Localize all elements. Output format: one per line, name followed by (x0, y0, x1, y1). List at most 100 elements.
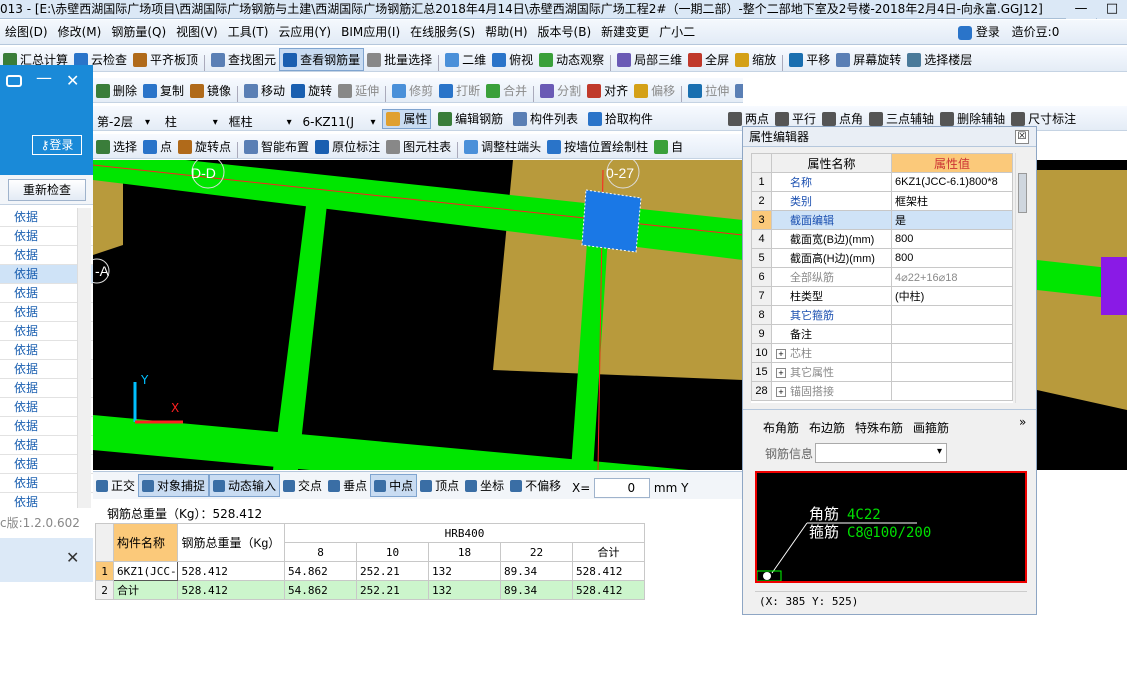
toolbar1-button-9[interactable]: 局部三维 (614, 48, 685, 71)
menu-item[interactable]: 在线服务(S) (405, 20, 480, 45)
property-row[interactable]: 10 + 芯柱 (751, 343, 1013, 363)
check-list-scrollbar[interactable] (77, 208, 91, 508)
toolbar2-button-9[interactable]: 分割 (537, 79, 584, 102)
minimize-button[interactable]: — (1066, 0, 1096, 19)
menu-item[interactable]: 广小二 (654, 20, 700, 45)
expand-icon[interactable]: + (776, 387, 786, 397)
toolbar4-button-7[interactable]: 按墙位置绘制柱 (544, 135, 651, 158)
menu-item[interactable]: 钢筋量(Q) (106, 20, 171, 45)
toolbar1-button-12[interactable]: 平移 (786, 48, 833, 71)
expand-icon[interactable]: + (776, 368, 786, 378)
menu-item[interactable]: 帮助(H) (480, 20, 532, 45)
menu-item[interactable]: 修改(M) (53, 20, 107, 45)
property-row[interactable]: 8 其它箍筋 (751, 305, 1013, 325)
status-toggle-3[interactable]: 交点 (280, 474, 325, 497)
toolbar2-button-4[interactable]: 旋转 (288, 79, 335, 102)
property-row[interactable]: 6 全部纵筋 4⌀22+16⌀18 (751, 267, 1013, 287)
toolbar1-button-14[interactable]: 选择楼层 (904, 48, 975, 71)
toolbar1-button-7[interactable]: 俯视 (489, 48, 536, 71)
menu-item[interactable]: BIM应用(I) (336, 20, 405, 45)
close-notice-button[interactable]: ✕ (66, 548, 79, 567)
section-preview[interactable]: 角筋 4C22 箍筋 C8@100/200 (755, 471, 1027, 583)
property-row[interactable]: 3 截面编辑是 (751, 210, 1013, 230)
element-list-button[interactable]: 构件列表 (510, 107, 581, 130)
edit-rebar-button[interactable]: 编辑钢筋 (435, 107, 506, 130)
close-editor-button[interactable]: ☒ (1015, 130, 1029, 144)
property-scrollbar[interactable] (1015, 153, 1029, 403)
toolbar2-button-5[interactable]: 延伸 (335, 79, 382, 102)
property-row[interactable]: 7 柱类型 (中柱) (751, 286, 1013, 306)
toolbar1-button-11[interactable]: 缩放 (732, 48, 779, 71)
toolbar2-button-8[interactable]: 合并 (483, 79, 530, 102)
toolbar4-button-0[interactable]: 选择 (93, 135, 140, 158)
toolbar1-button-2[interactable]: 平齐板顶 (130, 48, 201, 71)
panel-login-button[interactable]: ⚷登录 (32, 135, 82, 155)
toolbar2-button-13[interactable]: 设置夹点 (732, 79, 743, 102)
toolbar2-button-1[interactable]: 复制 (140, 79, 187, 102)
toolbar1-button-5[interactable]: 批量选择 (364, 48, 435, 71)
toolbar1-button-13[interactable]: 屏幕旋转 (833, 48, 904, 71)
property-row[interactable]: 1 名称 6KZ1(JCC-6.1)800*8 (751, 172, 1013, 192)
menu-item[interactable]: 工具(T) (223, 20, 274, 45)
toolbar2-button-7[interactable]: 打断 (436, 79, 483, 102)
table-row[interactable]: 1 6KZ1(JCC-6 528.412 54.862 252.21 132 8… (95, 561, 645, 581)
x-offset-input[interactable]: 0 (594, 478, 651, 498)
pick-element-button[interactable]: 拾取构件 (585, 107, 656, 130)
toolbar1-button-10[interactable]: 全屏 (685, 48, 732, 71)
header-name[interactable]: 构件名称 (112, 523, 179, 562)
floor-select[interactable]: 第-2层 (93, 114, 153, 131)
toolbar2-button-6[interactable]: 修剪 (389, 79, 436, 102)
rebar-tab-3[interactable]: 画箍筋 (913, 421, 949, 435)
selected-column[interactable] (581, 189, 642, 253)
status-toggle-1[interactable]: 对象捕捉 (138, 474, 210, 497)
status-toggle-4[interactable]: 垂点 (325, 474, 370, 497)
menu-item[interactable]: 新建变更 (596, 20, 654, 45)
toolbar4-button-6[interactable]: 调整柱端头 (461, 135, 544, 158)
status-toggle-0[interactable]: 正交 (93, 474, 138, 497)
toolbar1-button-8[interactable]: 动态观察 (536, 48, 607, 71)
toolbar1-button-4[interactable]: 查看钢筋量 (279, 48, 365, 71)
login-link[interactable]: 登录 (976, 25, 1000, 39)
maximize-button[interactable]: □ (1097, 0, 1127, 19)
close-panel-button[interactable]: ✕ (66, 71, 79, 90)
toolbar4-button-1[interactable]: 点 (140, 135, 175, 158)
menu-item[interactable]: 云应用(Y) (273, 20, 336, 45)
toolbar4-button-2[interactable]: 旋转点 (175, 135, 234, 158)
element-select[interactable]: 6-KZ11(J (298, 114, 378, 131)
toolbar2-button-12[interactable]: 拉伸 (685, 79, 732, 102)
property-row[interactable]: 4 截面宽(B边)(mm) 800 (751, 229, 1013, 249)
toolbar1-button-3[interactable]: 查找图元 (208, 48, 279, 71)
menu-item[interactable]: 视图(V) (171, 20, 223, 45)
expand-icon[interactable]: + (776, 349, 786, 359)
drawing-canvas[interactable]: D-D 0-27 -A Y X (93, 160, 743, 470)
status-toggle-8[interactable]: 不偏移 (507, 474, 564, 497)
property-row[interactable]: 2 类别 框架柱 (751, 191, 1013, 211)
toolbar4-button-8[interactable]: 自 (651, 135, 686, 158)
beans-count[interactable]: 造价豆:0 (1012, 25, 1060, 39)
status-toggle-5[interactable]: 中点 (370, 474, 418, 497)
toolbar2-button-0[interactable]: 删除 (93, 79, 140, 102)
header-total[interactable]: 钢筋总重量（Kg） (177, 523, 285, 562)
drawing-canvas-right[interactable] (1037, 160, 1127, 470)
attr-button[interactable]: 属性 (382, 108, 432, 129)
toolbar2-button-11[interactable]: 偏移 (631, 79, 678, 102)
menu-item[interactable]: 版本号(B) (533, 20, 597, 45)
toolbar4-button-5[interactable]: 图元柱表 (383, 135, 454, 158)
toolbar2-button-2[interactable]: 镜像 (187, 79, 234, 102)
property-row[interactable]: 28 + 锚固搭接 (751, 381, 1013, 401)
rebar-tab-1[interactable]: 布边筋 (809, 421, 845, 435)
rebar-info-select[interactable]: ▾ (815, 443, 947, 463)
property-row[interactable]: 9 备注 (751, 324, 1013, 344)
toolbar4-button-3[interactable]: 智能布置 (241, 135, 312, 158)
recheck-button[interactable]: 重新检查 (8, 179, 86, 201)
toolbar1-button-6[interactable]: 二维 (442, 48, 489, 71)
toolbar4-button-4[interactable]: 原位标注 (312, 135, 383, 158)
rebar-tab-2[interactable]: 特殊布筋 (855, 421, 903, 435)
type-select[interactable]: 柱 (161, 114, 221, 131)
status-toggle-2[interactable]: 动态输入 (209, 474, 281, 497)
property-row[interactable]: 15 + 其它属性 (751, 362, 1013, 382)
toolbar2-button-3[interactable]: 移动 (241, 79, 288, 102)
status-toggle-6[interactable]: 顶点 (417, 474, 462, 497)
table-row[interactable]: 2 合计 528.412 54.862 252.21 132 89.34 528… (95, 580, 645, 600)
minimize-panel-button[interactable]: — (36, 68, 52, 87)
